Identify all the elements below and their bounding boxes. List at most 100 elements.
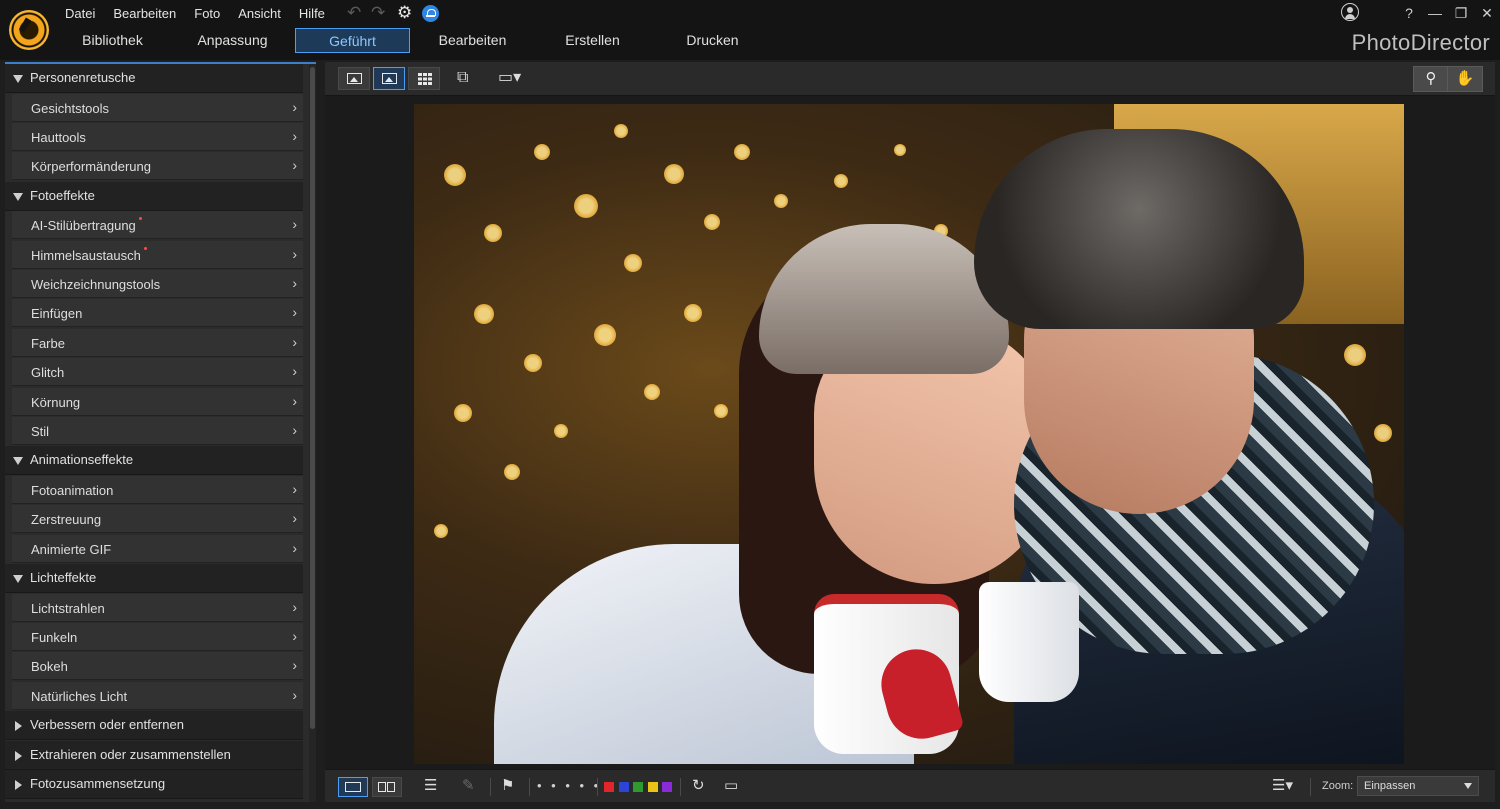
guided-tool-item[interactable]: Fotoanimation › — [12, 475, 303, 504]
guided-tool-item[interactable]: Körperformänderung › — [12, 152, 303, 181]
menu-ansicht[interactable]: Ansicht — [229, 4, 290, 24]
redo-icon[interactable]: ↷ — [371, 4, 385, 22]
photo-bokeh-light — [504, 464, 520, 480]
menu-hilfe[interactable]: Hilfe — [290, 4, 334, 24]
guided-tool-item[interactable]: Bokeh › — [12, 652, 303, 681]
color-tag-swatch[interactable] — [633, 782, 643, 792]
tab-bibliothek[interactable]: Bibliothek — [55, 28, 170, 53]
help-icon[interactable]: ? — [1399, 4, 1419, 22]
guided-tool-label: Weichzeichnungstools — [31, 277, 160, 292]
guided-tool-label: Stil — [31, 424, 49, 439]
color-tag-swatch[interactable] — [618, 782, 629, 792]
section-label: Fotoeffekte — [30, 187, 95, 203]
tab-gefuehrt[interactable]: Geführt — [295, 28, 410, 53]
guided-tool-item[interactable]: Gesichtstools › — [12, 93, 303, 122]
color-tag-swatch[interactable] — [604, 782, 614, 792]
minimize-icon[interactable]: — — [1425, 4, 1445, 22]
photo-bokeh-light — [534, 144, 550, 160]
tab-bearbeiten[interactable]: Bearbeiten — [415, 28, 530, 53]
undo-icon[interactable]: ↶ — [347, 4, 361, 22]
section-header[interactable]: Extrahieren oder zusammenstellen — [5, 740, 303, 770]
color-tag-swatch[interactable] — [662, 782, 672, 792]
guided-tool-item[interactable]: Glitch › — [12, 358, 303, 387]
guided-tool-item[interactable]: Hauttools › — [12, 122, 303, 151]
section-header[interactable]: Animationseffekte — [5, 446, 303, 476]
compare-icon[interactable]: ⧉ — [457, 69, 468, 87]
notification-bell-icon[interactable] — [422, 5, 439, 22]
menu-foto[interactable]: Foto — [185, 4, 229, 24]
zoom-tool-button[interactable]: ⚲ — [1413, 66, 1449, 92]
rotate-icon[interactable]: ↻ — [692, 778, 705, 794]
zoom-dropdown-value: Einpassen — [1364, 780, 1416, 792]
photo-bokeh-light — [894, 144, 906, 156]
guided-tool-text: Lichtstrahlen — [31, 600, 105, 616]
photo-bokeh-light — [644, 384, 660, 400]
zoom-dropdown[interactable]: Einpassen — [1357, 776, 1479, 796]
photo-bokeh-light — [684, 304, 702, 322]
display-options-icon[interactable]: ☰▾ — [1272, 778, 1293, 794]
grid-view-button[interactable] — [408, 67, 440, 90]
tab-erstellen[interactable]: Erstellen — [535, 28, 650, 53]
photo-preview[interactable] — [414, 104, 1404, 764]
hand-icon: ✋ — [1455, 70, 1475, 87]
panel-scrollbar[interactable] — [309, 64, 316, 802]
guided-tool-item[interactable]: Himmelsaustausch › — [12, 240, 303, 269]
guided-tool-text: Körperformänderung — [31, 159, 151, 175]
guided-tool-item[interactable]: AI-Stilübertragung › — [12, 211, 303, 240]
guided-tool-item[interactable]: Lichtstrahlen › — [12, 593, 303, 622]
guided-tool-item[interactable]: Zerstreuung › — [12, 505, 303, 534]
crop-info-icon[interactable]: ▭ — [724, 778, 738, 794]
browser-view-button[interactable] — [338, 67, 370, 90]
grid-icon — [418, 73, 432, 85]
guided-tool-item[interactable]: Einfügen › — [12, 299, 303, 328]
section-header[interactable]: Fotozusammensetzung — [5, 770, 303, 800]
triangle-down-icon — [13, 192, 23, 201]
triangle-down-icon — [13, 457, 23, 466]
menu-datei[interactable]: Datei — [56, 4, 104, 24]
guided-tool-text: Zerstreuung — [31, 512, 102, 528]
guided-tool-text: Fotoanimation — [31, 482, 114, 498]
settings-gear-icon[interactable]: ⚙ — [397, 3, 412, 23]
chevron-right-icon: › — [292, 127, 297, 144]
guided-tool-label: Hauttools — [31, 130, 86, 145]
guided-tool-text: Hauttools — [31, 129, 86, 145]
photo-bokeh-light — [614, 124, 628, 138]
guided-tool-item[interactable]: Natürliches Licht › — [12, 681, 303, 710]
restore-window-icon[interactable]: ❐ — [1451, 4, 1471, 22]
section-header[interactable]: Personenretusche — [5, 64, 303, 93]
brand-title: PhotoDirector — [1351, 30, 1490, 55]
new-badge-dot — [138, 217, 142, 221]
flag-icon[interactable]: ⚑ — [501, 778, 514, 794]
panel-scrollbar-thumb[interactable] — [310, 67, 315, 729]
guided-tool-item[interactable]: Stil › — [12, 417, 303, 445]
single-view-button[interactable] — [338, 777, 368, 797]
guided-tool-item[interactable]: Animierte GIF › — [12, 534, 303, 563]
pan-tool-button[interactable]: ✋ — [1447, 66, 1483, 92]
sort-icon[interactable]: ☰ — [424, 778, 437, 794]
guided-tool-item[interactable]: Körnung › — [12, 387, 303, 416]
color-tag-swatch[interactable] — [647, 782, 658, 792]
tab-drucken[interactable]: Drucken — [655, 28, 770, 53]
triangle-right-icon — [15, 721, 22, 732]
user-account-icon[interactable] — [1341, 3, 1359, 21]
menu-bearbeiten[interactable]: Bearbeiten — [104, 4, 185, 24]
tab-anpassung[interactable]: Anpassung — [175, 28, 290, 53]
close-window-icon[interactable]: ✕ — [1477, 4, 1497, 22]
monitor-display-icon[interactable]: ▭▾ — [498, 69, 521, 87]
star-rating[interactable]: • • • • • — [537, 778, 601, 793]
viewer-view-button[interactable] — [373, 67, 405, 90]
photo-canvas[interactable] — [325, 97, 1495, 769]
section-header[interactable]: Lichteffekte — [5, 564, 303, 594]
photo-bokeh-light — [664, 164, 684, 184]
pen-icon[interactable]: ✎ — [462, 778, 475, 794]
compare-left-icon — [378, 782, 386, 792]
guided-tool-item[interactable]: Funkeln › — [12, 623, 303, 651]
guided-tool-item[interactable]: Weichzeichnungstools › — [12, 270, 303, 298]
section-header[interactable]: Verbessern oder entfernen — [5, 711, 303, 741]
guided-tool-item[interactable]: Farbe › — [12, 328, 303, 357]
section-header[interactable]: Fotoeffekte — [5, 181, 303, 211]
photo-bokeh-light — [454, 404, 472, 422]
photo-cup-white — [979, 582, 1079, 702]
guided-tool-text: Stil — [31, 424, 50, 439]
compare-view-button[interactable] — [372, 777, 402, 797]
